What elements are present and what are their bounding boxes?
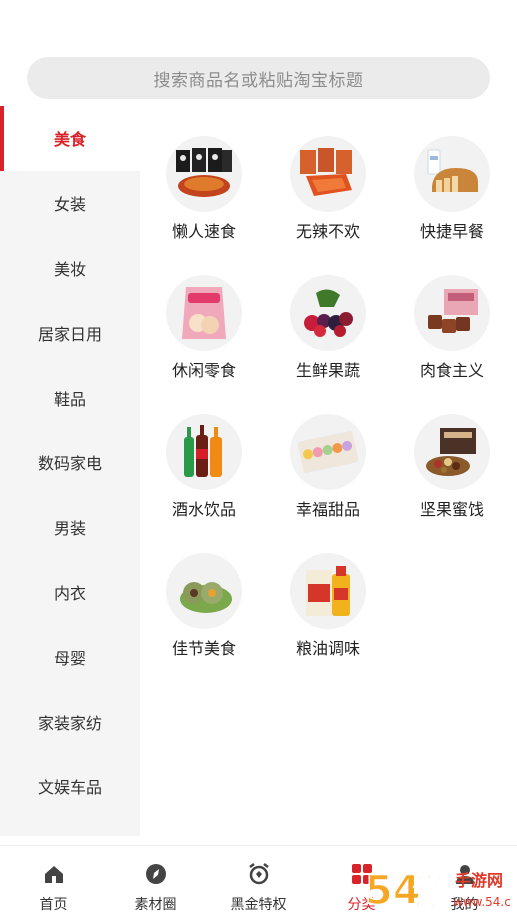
category-label: 休闲零食 (171, 361, 236, 380)
category-item[interactable]: 酒水饮品 (142, 414, 266, 544)
svg-text:手游网: 手游网 (455, 871, 503, 890)
sidebar-item-menswear[interactable]: 男装 (0, 495, 140, 560)
category-label: 幸福甜品 (295, 500, 360, 519)
category-item[interactable]: 佳节美食 (142, 553, 266, 683)
nuts-gift-icon (414, 414, 490, 490)
svg-text:游: 游 (413, 871, 451, 915)
category-label: 肉食主义 (419, 361, 484, 380)
tab-home[interactable]: 首页 (2, 846, 105, 921)
category-item[interactable]: 坚果蜜饯 (390, 414, 514, 544)
search-placeholder: 搜索商品名或粘贴淘宝标题 (153, 70, 364, 91)
category-label: 快捷早餐 (419, 222, 484, 241)
site-watermark-logo: 54 游 手游网 www.54.cn (363, 862, 517, 916)
category-item[interactable]: 生鲜果蔬 (266, 275, 390, 405)
search-input[interactable]: 搜索商品名或粘贴淘宝标题 (27, 57, 490, 99)
sidebar-item-home-textile[interactable]: 家装家纺 (0, 689, 140, 754)
svg-text:www.54.cn: www.54.cn (453, 895, 511, 909)
tab-materials[interactable]: 素材圈 (104, 846, 207, 921)
tab-label: 黑金特权 (230, 897, 287, 913)
category-label: 坚果蜜饯 (419, 500, 484, 519)
compass-icon (144, 862, 168, 886)
category-item[interactable]: 肉食主义 (390, 275, 514, 405)
sidebar-item-digital[interactable]: 数码家电 (0, 430, 140, 495)
spicy-snacks-icon (290, 136, 366, 212)
tab-black-gold[interactable]: 黑金特权 (207, 846, 310, 921)
home-icon (42, 862, 66, 886)
fruit-icon (290, 275, 366, 351)
category-label: 无辣不欢 (295, 222, 360, 241)
sidebar-item-underwear[interactable]: 内衣 (0, 560, 140, 625)
sidebar-item-culture-car[interactable]: 文娱车品 (0, 754, 140, 819)
category-item[interactable]: 快捷早餐 (390, 136, 514, 266)
category-item[interactable]: 懒人速食 (142, 136, 266, 266)
category-label: 粮油调味 (295, 639, 360, 658)
sidebar-item-womenswear[interactable]: 女装 (0, 171, 140, 236)
rice-oil-icon (290, 553, 366, 629)
category-sidebar: 美食 女装 美妆 居家日用 鞋品 数码家电 男装 内衣 母婴 家装家纺 文娱车品 (0, 106, 140, 836)
macaron-icon (290, 414, 366, 490)
tab-label: 首页 (39, 897, 68, 913)
sidebar-item-food[interactable]: 美食 (0, 106, 140, 171)
rice-cake-icon (166, 553, 242, 629)
tab-label: 素材圈 (134, 897, 177, 913)
category-label: 生鲜果蔬 (295, 361, 360, 380)
category-item[interactable]: 幸福甜品 (266, 414, 390, 544)
category-label: 懒人速食 (171, 222, 236, 241)
category-item[interactable]: 粮油调味 (266, 553, 390, 683)
category-label: 酒水饮品 (171, 500, 236, 519)
sidebar-item-makeup[interactable]: 美妆 (0, 236, 140, 301)
category-item[interactable]: 休闲零食 (142, 275, 266, 405)
sidebar-item-household[interactable]: 居家日用 (0, 300, 140, 365)
snack-bag-icon (166, 275, 242, 351)
category-item[interactable]: 无辣不欢 (266, 136, 390, 266)
sidebar-item-baby[interactable]: 母婴 (0, 624, 140, 689)
meat-box-icon (414, 275, 490, 351)
instant-noodles-icon (166, 136, 242, 212)
category-label: 佳节美食 (171, 639, 236, 658)
sidebar-item-shoes[interactable]: 鞋品 (0, 365, 140, 430)
drink-bottles-icon (166, 414, 242, 490)
bread-milk-icon (414, 136, 490, 212)
alarm-crown-icon (247, 862, 271, 886)
